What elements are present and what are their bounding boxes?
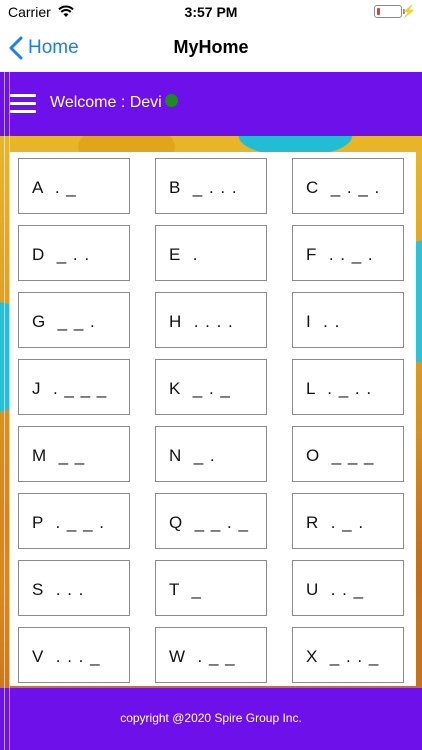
morse-cell-o[interactable]: O _ _ _ bbox=[292, 426, 404, 482]
morse-cell-h[interactable]: H . . . . bbox=[155, 292, 267, 348]
morse-cell-d[interactable]: D _ . . bbox=[18, 225, 130, 281]
divider bbox=[9, 72, 10, 750]
online-status-indicator bbox=[165, 94, 178, 107]
morse-cell-label: D _ . . bbox=[32, 245, 91, 264]
morse-grid: A . _ B _ . . . C _ . _ . D _ . . E . F … bbox=[18, 158, 404, 683]
footer: copyright @2020 Spire Group Inc. bbox=[0, 688, 422, 750]
morse-cell-c[interactable]: C _ . _ . bbox=[292, 158, 404, 214]
morse-cell-label: O _ _ _ bbox=[306, 446, 375, 465]
morse-cell-label: W . _ _ bbox=[169, 647, 236, 666]
morse-cell-j[interactable]: J . _ _ _ bbox=[18, 359, 130, 415]
morse-cell-f[interactable]: F . . _ . bbox=[292, 225, 404, 281]
morse-cell-label: I . . bbox=[306, 312, 341, 331]
morse-cell-e[interactable]: E . bbox=[155, 225, 267, 281]
copyright-text: copyright @2020 Spire Group Inc. bbox=[120, 711, 302, 725]
divider bbox=[4, 72, 5, 750]
morse-cell-label: Q _ _ . _ bbox=[169, 513, 249, 532]
morse-cell-b[interactable]: B _ . . . bbox=[155, 158, 267, 214]
morse-cell-label: U . . _ bbox=[306, 580, 365, 599]
morse-cell-label: V . . . _ bbox=[32, 647, 101, 666]
app-header: Welcome : Devi bbox=[0, 72, 422, 136]
morse-cell-l[interactable]: L . _ . . bbox=[292, 359, 404, 415]
morse-cell-i[interactable]: I . . bbox=[292, 292, 404, 348]
charging-icon: ⚡ bbox=[401, 4, 416, 18]
morse-cell-label: H . . . . bbox=[169, 312, 234, 331]
morse-cell-label: B _ . . . bbox=[169, 178, 238, 197]
morse-cell-label: M _ _ bbox=[32, 446, 86, 465]
morse-cell-label: J . _ _ _ bbox=[32, 379, 108, 398]
morse-cell-label: E . bbox=[169, 245, 199, 264]
morse-cell-v[interactable]: V . . . _ bbox=[18, 627, 130, 683]
morse-grid-card: A . _ B _ . . . C _ . _ . D _ . . E . F … bbox=[10, 152, 416, 686]
page-title: MyHome bbox=[173, 37, 249, 57]
morse-cell-label: L . _ . . bbox=[306, 379, 373, 398]
welcome-label: Welcome : Devi bbox=[50, 94, 162, 111]
morse-cell-x[interactable]: X _ . . _ bbox=[292, 627, 404, 683]
morse-cell-s[interactable]: S . . . bbox=[18, 560, 130, 616]
morse-cell-k[interactable]: K _ . _ bbox=[155, 359, 267, 415]
morse-cell-label: G _ _ . bbox=[32, 312, 96, 331]
morse-cell-label: C _ . _ . bbox=[306, 178, 381, 197]
morse-cell-label: S . . . bbox=[32, 580, 85, 599]
morse-cell-m[interactable]: M _ _ bbox=[18, 426, 130, 482]
morse-cell-label: K _ . _ bbox=[169, 379, 231, 398]
morse-cell-label: A . _ bbox=[32, 178, 77, 197]
morse-cell-n[interactable]: N _ . bbox=[155, 426, 267, 482]
morse-cell-label: P . _ _ . bbox=[32, 513, 106, 532]
morse-cell-w[interactable]: W . _ _ bbox=[155, 627, 267, 683]
morse-cell-a[interactable]: A . _ bbox=[18, 158, 130, 214]
morse-cell-label: F . . _ . bbox=[306, 245, 374, 264]
morse-cell-q[interactable]: Q _ _ . _ bbox=[155, 493, 267, 549]
morse-cell-u[interactable]: U . . _ bbox=[292, 560, 404, 616]
battery-icon bbox=[374, 5, 405, 18]
morse-cell-p[interactable]: P . _ _ . bbox=[18, 493, 130, 549]
morse-cell-label: R . _ . bbox=[306, 513, 365, 532]
morse-cell-label: T _ bbox=[169, 580, 202, 599]
morse-cell-label: N _ . bbox=[169, 446, 216, 465]
menu-icon[interactable] bbox=[10, 94, 36, 114]
morse-cell-r[interactable]: R . _ . bbox=[292, 493, 404, 549]
morse-cell-label: X _ . . _ bbox=[306, 647, 380, 666]
navigation-bar: Home MyHome bbox=[0, 24, 422, 72]
battery-level bbox=[377, 8, 380, 15]
morse-cell-t[interactable]: T _ bbox=[155, 560, 267, 616]
clock: 3:57 PM bbox=[184, 4, 238, 20]
status-bar: Carrier 3:57 PM ⚡ bbox=[0, 0, 422, 24]
morse-cell-g[interactable]: G _ _ . bbox=[18, 292, 130, 348]
